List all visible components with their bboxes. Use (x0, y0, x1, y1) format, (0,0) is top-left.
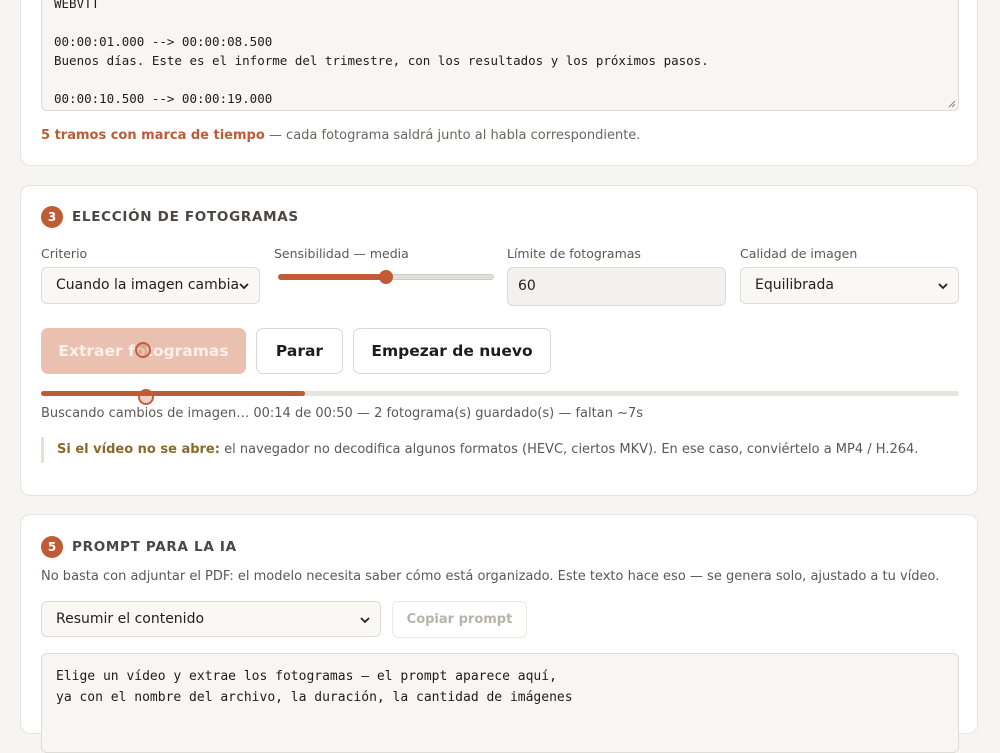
restart-button[interactable]: Empezar de nuevo (353, 328, 551, 374)
cursor-click-indicator (138, 389, 154, 405)
prompt-textarea[interactable]: Elige un vídeo y extrae los fotogramas —… (41, 653, 959, 753)
cursor-click-indicator (135, 342, 151, 358)
step-badge: 5 (41, 536, 63, 558)
prompt-mode-select[interactable]: Resumir el contenido (41, 601, 381, 637)
prompt-mode-value: Resumir el contenido (56, 611, 205, 627)
slider-fill (278, 274, 386, 280)
prompt-description: No basta con adjuntar el PDF: el modelo … (41, 569, 940, 584)
criterio-value: Cuando la imagen cambia (56, 277, 240, 293)
section-header: 3 ELECCIÓN DE FOTOGRAMAS (41, 206, 299, 228)
progress-fill (41, 391, 306, 396)
frame-limit-label: Límite de fotogramas (507, 246, 641, 261)
chevron-down-icon (239, 283, 249, 290)
video-format-note: Si el vídeo no se abre: el navegador no … (41, 437, 957, 463)
ai-prompt-card: 5 PROMPT PARA LA IA No basta con adjunta… (20, 514, 978, 753)
progress-status: Buscando cambios de imagen… 00:14 de 00:… (41, 406, 644, 421)
criterio-select[interactable]: Cuando la imagen cambia (41, 267, 260, 304)
slider-thumb[interactable] (379, 270, 393, 284)
note-lead: Si el vídeo no se abre: (57, 442, 220, 457)
section-title: ELECCIÓN DE FOTOGRAMAS (72, 209, 299, 225)
step-badge: 3 (41, 206, 63, 228)
stop-button[interactable]: Parar (256, 328, 343, 374)
copy-prompt-button[interactable]: Copiar prompt (392, 601, 527, 638)
vtt-text: WEBVTT 00:00:01.000 --> 00:00:08.500 Bue… (54, 0, 709, 106)
section-title: PROMPT PARA LA IA (72, 539, 237, 555)
chevron-down-icon (360, 617, 370, 624)
frame-selection-card: 3 ELECCIÓN DE FOTOGRAMAS Criterio Cuando… (20, 185, 978, 496)
sensitivity-slider[interactable] (278, 270, 494, 284)
resize-grip-icon[interactable] (948, 100, 956, 108)
chevron-down-icon (938, 283, 948, 290)
note-text: el navegador no decodifica algunos forma… (219, 442, 919, 457)
vtt-status-text: — cada fotograma saldrá junto al habla c… (264, 128, 641, 143)
image-quality-value: Equilibrada (755, 277, 834, 293)
transcript-card: WEBVTT 00:00:01.000 --> 00:00:08.500 Bue… (20, 0, 978, 166)
sensitivity-label: Sensibilidad — media (274, 246, 409, 261)
section-header: 5 PROMPT PARA LA IA (41, 536, 237, 558)
vtt-textarea[interactable]: WEBVTT 00:00:01.000 --> 00:00:08.500 Bue… (41, 0, 959, 111)
extraction-progress-bar (41, 391, 959, 396)
image-quality-label: Calidad de imagen (740, 246, 858, 261)
vtt-segment-count: 5 tramos con marca de tiempo (41, 128, 265, 143)
frame-limit-input[interactable]: 60 (507, 267, 726, 306)
criterio-label: Criterio (41, 246, 88, 261)
image-quality-select[interactable]: Equilibrada (740, 267, 959, 304)
vtt-status: 5 tramos con marca de tiempo — cada foto… (41, 128, 640, 143)
